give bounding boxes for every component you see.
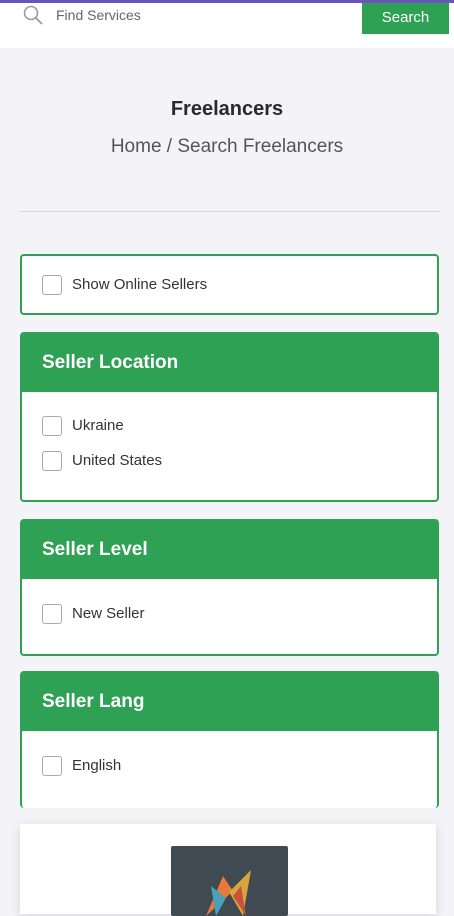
location-option-united-states[interactable]: United States bbox=[22, 443, 437, 478]
seller-location-card: Seller Location Ukraine United States bbox=[20, 332, 439, 502]
search-input[interactable] bbox=[56, 2, 346, 28]
online-sellers-checkbox[interactable] bbox=[42, 274, 62, 295]
location-label: Ukraine bbox=[72, 417, 124, 434]
level-checkbox[interactable] bbox=[42, 603, 62, 624]
seller-level-header: Seller Level bbox=[22, 521, 437, 579]
seller-level-card: Seller Level New Seller bbox=[20, 519, 439, 656]
breadcrumb: Home / Search Freelancers bbox=[110, 136, 344, 157]
online-sellers-label: Show Online Sellers bbox=[72, 276, 208, 293]
seller-lang-card: Seller Lang English bbox=[20, 671, 439, 808]
location-label: United States bbox=[72, 452, 163, 469]
divider bbox=[20, 211, 440, 212]
lang-checkbox[interactable] bbox=[42, 755, 62, 776]
seller-location-header: Seller Location bbox=[22, 334, 437, 392]
location-checkbox[interactable] bbox=[42, 450, 62, 471]
lang-option-english[interactable]: English bbox=[22, 748, 437, 783]
location-option-ukraine[interactable]: Ukraine bbox=[22, 408, 437, 443]
online-sellers-option[interactable]: Show Online Sellers bbox=[22, 256, 437, 313]
freelancer-thumbnail[interactable] bbox=[171, 846, 288, 916]
seller-lang-header: Seller Lang bbox=[22, 673, 437, 731]
page-title: Freelancers bbox=[170, 98, 284, 120]
online-filter-card: Show Online Sellers bbox=[20, 254, 439, 315]
lang-label: English bbox=[72, 757, 122, 774]
level-option-new-seller[interactable]: New Seller bbox=[22, 596, 437, 631]
level-label: New Seller bbox=[72, 605, 145, 622]
top-accent-bar bbox=[0, 0, 454, 3]
search-icon bbox=[23, 5, 43, 25]
thumbnail-art-icon bbox=[206, 870, 251, 916]
search-bar: Search bbox=[0, 0, 454, 48]
search-button[interactable]: Search bbox=[362, 0, 449, 34]
location-checkbox[interactable] bbox=[42, 415, 62, 436]
